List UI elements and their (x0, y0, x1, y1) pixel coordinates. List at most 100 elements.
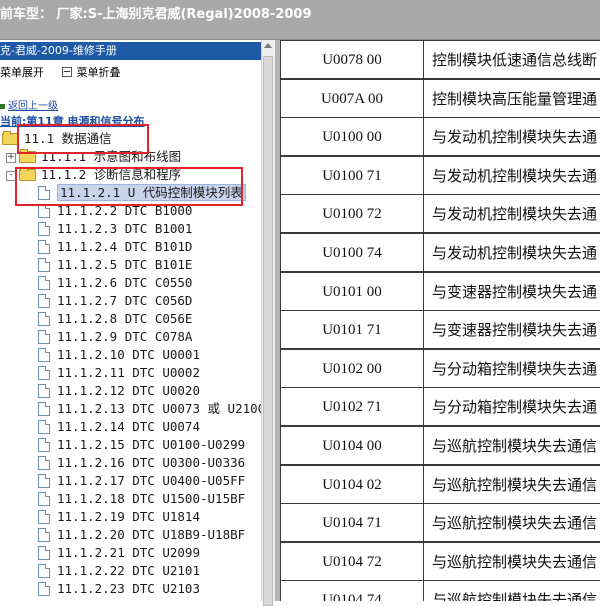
document-icon (38, 347, 50, 362)
dtc-description-cell: 与巡航控制模块失去通信 (423, 426, 600, 465)
dtc-code-cell: U0078 00 (280, 40, 424, 79)
tree-doc-item[interactable]: 11.1.2.23 DTC U2103 (38, 580, 200, 598)
tree-doc-item[interactable]: 11.1.2.19 DTC U1814 (38, 508, 200, 526)
tree-doc-item[interactable]: 11.1.2.12 DTC U0020 (38, 382, 200, 400)
tree-doc-item[interactable]: 11.1.2.17 DTC U0400-U05FF (38, 472, 245, 490)
tree-doc-item[interactable]: 11.1.2.18 DTC U1500-U15BF (38, 490, 245, 508)
table-row: U0078 00 控制模块低速通信总线断 (280, 40, 600, 79)
tree-item-label: 11.1.2.14 DTC U0074 (57, 419, 200, 434)
document-icon (38, 401, 50, 416)
vehicle-model-title: 前车型： 厂家:S-上海别克君威(Regal)2008-2009 (0, 7, 312, 22)
table-row: U0104 71 与巡航控制模块失去通信 (280, 503, 600, 542)
document-icon (38, 257, 50, 272)
table-row: U0102 00 与分动箱控制模块失去通 (280, 349, 600, 388)
tree-doc-item[interactable]: 11.1.2.11 DTC U0002 (38, 364, 200, 382)
document-icon (38, 455, 50, 470)
dtc-code-cell: U0100 74 (280, 233, 424, 272)
dtc-code-cell: U0101 71 (280, 310, 424, 349)
document-icon (38, 419, 50, 434)
tree-toolbar: 菜单展开 菜单折叠 (0, 64, 135, 80)
tree-doc-item[interactable]: 11.1.2.10 DTC U0001 (38, 346, 200, 364)
tree-item-label: 11.1.2.17 DTC U0400-U05FF (57, 473, 246, 488)
document-icon (38, 311, 50, 326)
table-row: U0100 72 与发动机控制模块失去通 (280, 194, 600, 233)
table-row: U0100 74 与发动机控制模块失去通 (280, 233, 600, 272)
table-row: U0100 71 与发动机控制模块失去通 (280, 156, 600, 195)
dtc-description-cell: 与发动机控制模块失去通 (423, 233, 600, 272)
dtc-code-cell: U0104 71 (280, 503, 424, 542)
dtc-code-cell: U0104 00 (280, 426, 424, 465)
title-bar: 前车型： 厂家:S-上海别克君威(Regal)2008-2009 (0, 0, 600, 40)
tree-doc-item[interactable]: 11.1.2.22 DTC U2101 (38, 562, 200, 580)
tree-doc-item[interactable]: 11.1.2.14 DTC U0074 (38, 418, 200, 436)
dtc-description-cell: 与分动箱控制模块失去通 (423, 387, 600, 426)
table-row: U0104 00 与巡航控制模块失去通信 (280, 426, 600, 465)
tree-item-label: 11.1.2.23 DTC U2103 (57, 581, 200, 596)
document-icon (38, 545, 50, 560)
tree-doc-item[interactable]: 11.1.2.7 DTC C056D (38, 292, 192, 310)
expand-node-icon[interactable]: + (6, 152, 16, 163)
manual-title-header: 克-君威-2009-维修手册 (0, 42, 261, 60)
tree-item-label: 11.1.2.21 DTC U2099 (57, 545, 200, 560)
highlight-box-diagnostic-info (15, 167, 243, 206)
back-link[interactable]: 返回上一级 (0, 97, 58, 112)
document-icon (38, 383, 50, 398)
dtc-code-cell: U007A 00 (280, 79, 424, 118)
tree-doc-item[interactable]: 11.1.2.3 DTC B1001 (38, 220, 192, 238)
tree-item-label: 11.1.2.16 DTC U0300-U0336 (57, 455, 246, 470)
document-icon (38, 275, 50, 290)
tree-item-label: 11.1.2.5 DTC B101E (57, 257, 193, 272)
tree-item-label: 11.1.2.11 DTC U0002 (57, 365, 200, 380)
dtc-code-cell: U0100 72 (280, 194, 424, 233)
tree-item-label: 11.1.2.8 DTC C056E (57, 311, 193, 326)
back-icon (0, 103, 5, 109)
dtc-code-cell: U0104 02 (280, 465, 424, 504)
tree-doc-item[interactable]: 11.1.2.8 DTC C056E (38, 310, 192, 328)
scroll-thumb[interactable] (263, 56, 273, 606)
dtc-code-cell: U0102 71 (280, 387, 424, 426)
tree-item-label: 11.1.2.6 DTC C0550 (57, 275, 193, 290)
dtc-description-cell: 与变速器控制模块失去通 (423, 310, 600, 349)
scroll-up-arrow-icon[interactable] (264, 43, 272, 48)
dtc-description-cell: 控制模块高压能量管理通 (423, 79, 600, 118)
dtc-code-cell: U0104 74 (280, 580, 424, 601)
tree-scrollbar[interactable] (261, 40, 275, 606)
tree-item-label: 11.1.2.19 DTC U1814 (57, 509, 200, 524)
dtc-code-cell: U0104 72 (280, 542, 424, 581)
table-row: U0104 02 与巡航控制模块失去通信 (280, 465, 600, 504)
table-row: U0104 72 与巡航控制模块失去通信 (280, 542, 600, 581)
table-row: U0101 00 与变速器控制模块失去通 (280, 272, 600, 311)
document-icon (38, 221, 50, 236)
dtc-description-cell: 与发动机控制模块失去通 (423, 156, 600, 195)
tree-doc-item[interactable]: 11.1.2.13 DTC U0073 或 U2100 (38, 400, 261, 418)
tree-doc-item[interactable]: 11.1.2.4 DTC B101D (38, 238, 192, 256)
dtc-code-cell: U0100 71 (280, 156, 424, 195)
tree-item-label: 11.1.2.10 DTC U0001 (57, 347, 200, 362)
dtc-description-cell: 与巡航控制模块失去通信 (423, 542, 600, 581)
dtc-description-cell: 与巡航控制模块失去通信 (423, 580, 600, 601)
dtc-table-pane: U0078 00 控制模块低速通信总线断 U007A 00 控制模块高压能量管理通 U0… (280, 40, 600, 601)
document-icon (38, 437, 50, 452)
document-icon (38, 473, 50, 488)
tree-doc-item[interactable]: 11.1.2.6 DTC C0550 (38, 274, 192, 292)
tree-item-label: 11.1.2.3 DTC B1001 (57, 221, 193, 236)
tree-doc-item[interactable]: 11.1.2.21 DTC U2099 (38, 544, 200, 562)
tree-item-label: 11.1.2.7 DTC C056D (57, 293, 193, 308)
tree-doc-item[interactable]: 11.1.2.15 DTC U0100-U0299 (38, 436, 245, 454)
expand-menu-button[interactable]: 菜单展开 (0, 64, 44, 80)
highlight-box-data-communication (17, 124, 149, 154)
tree-item-label: 11.1.2.13 DTC U0073 或 U2100 (57, 401, 261, 416)
dtc-description-cell: 与分动箱控制模块失去通 (423, 349, 600, 388)
collapse-menu-button[interactable]: 菜单折叠 (61, 64, 121, 80)
document-icon (38, 527, 50, 542)
tree-doc-item[interactable]: 11.1.2.9 DTC C078A (38, 328, 192, 346)
document-icon (38, 365, 50, 380)
tree-item-label: 11.1.2.18 DTC U1500-U15BF (57, 491, 246, 506)
tree-doc-item[interactable]: 11.1.2.5 DTC B101E (38, 256, 192, 274)
table-row: U0101 71 与变速器控制模块失去通 (280, 310, 600, 349)
dtc-code-cell: U0102 00 (280, 349, 424, 388)
document-icon (38, 563, 50, 578)
dtc-description-cell: 与巡航控制模块失去通信 (423, 465, 600, 504)
tree-doc-item[interactable]: 11.1.2.16 DTC U0300-U0336 (38, 454, 245, 472)
tree-doc-item[interactable]: 11.1.2.20 DTC U18B9-U18BF (38, 526, 245, 544)
